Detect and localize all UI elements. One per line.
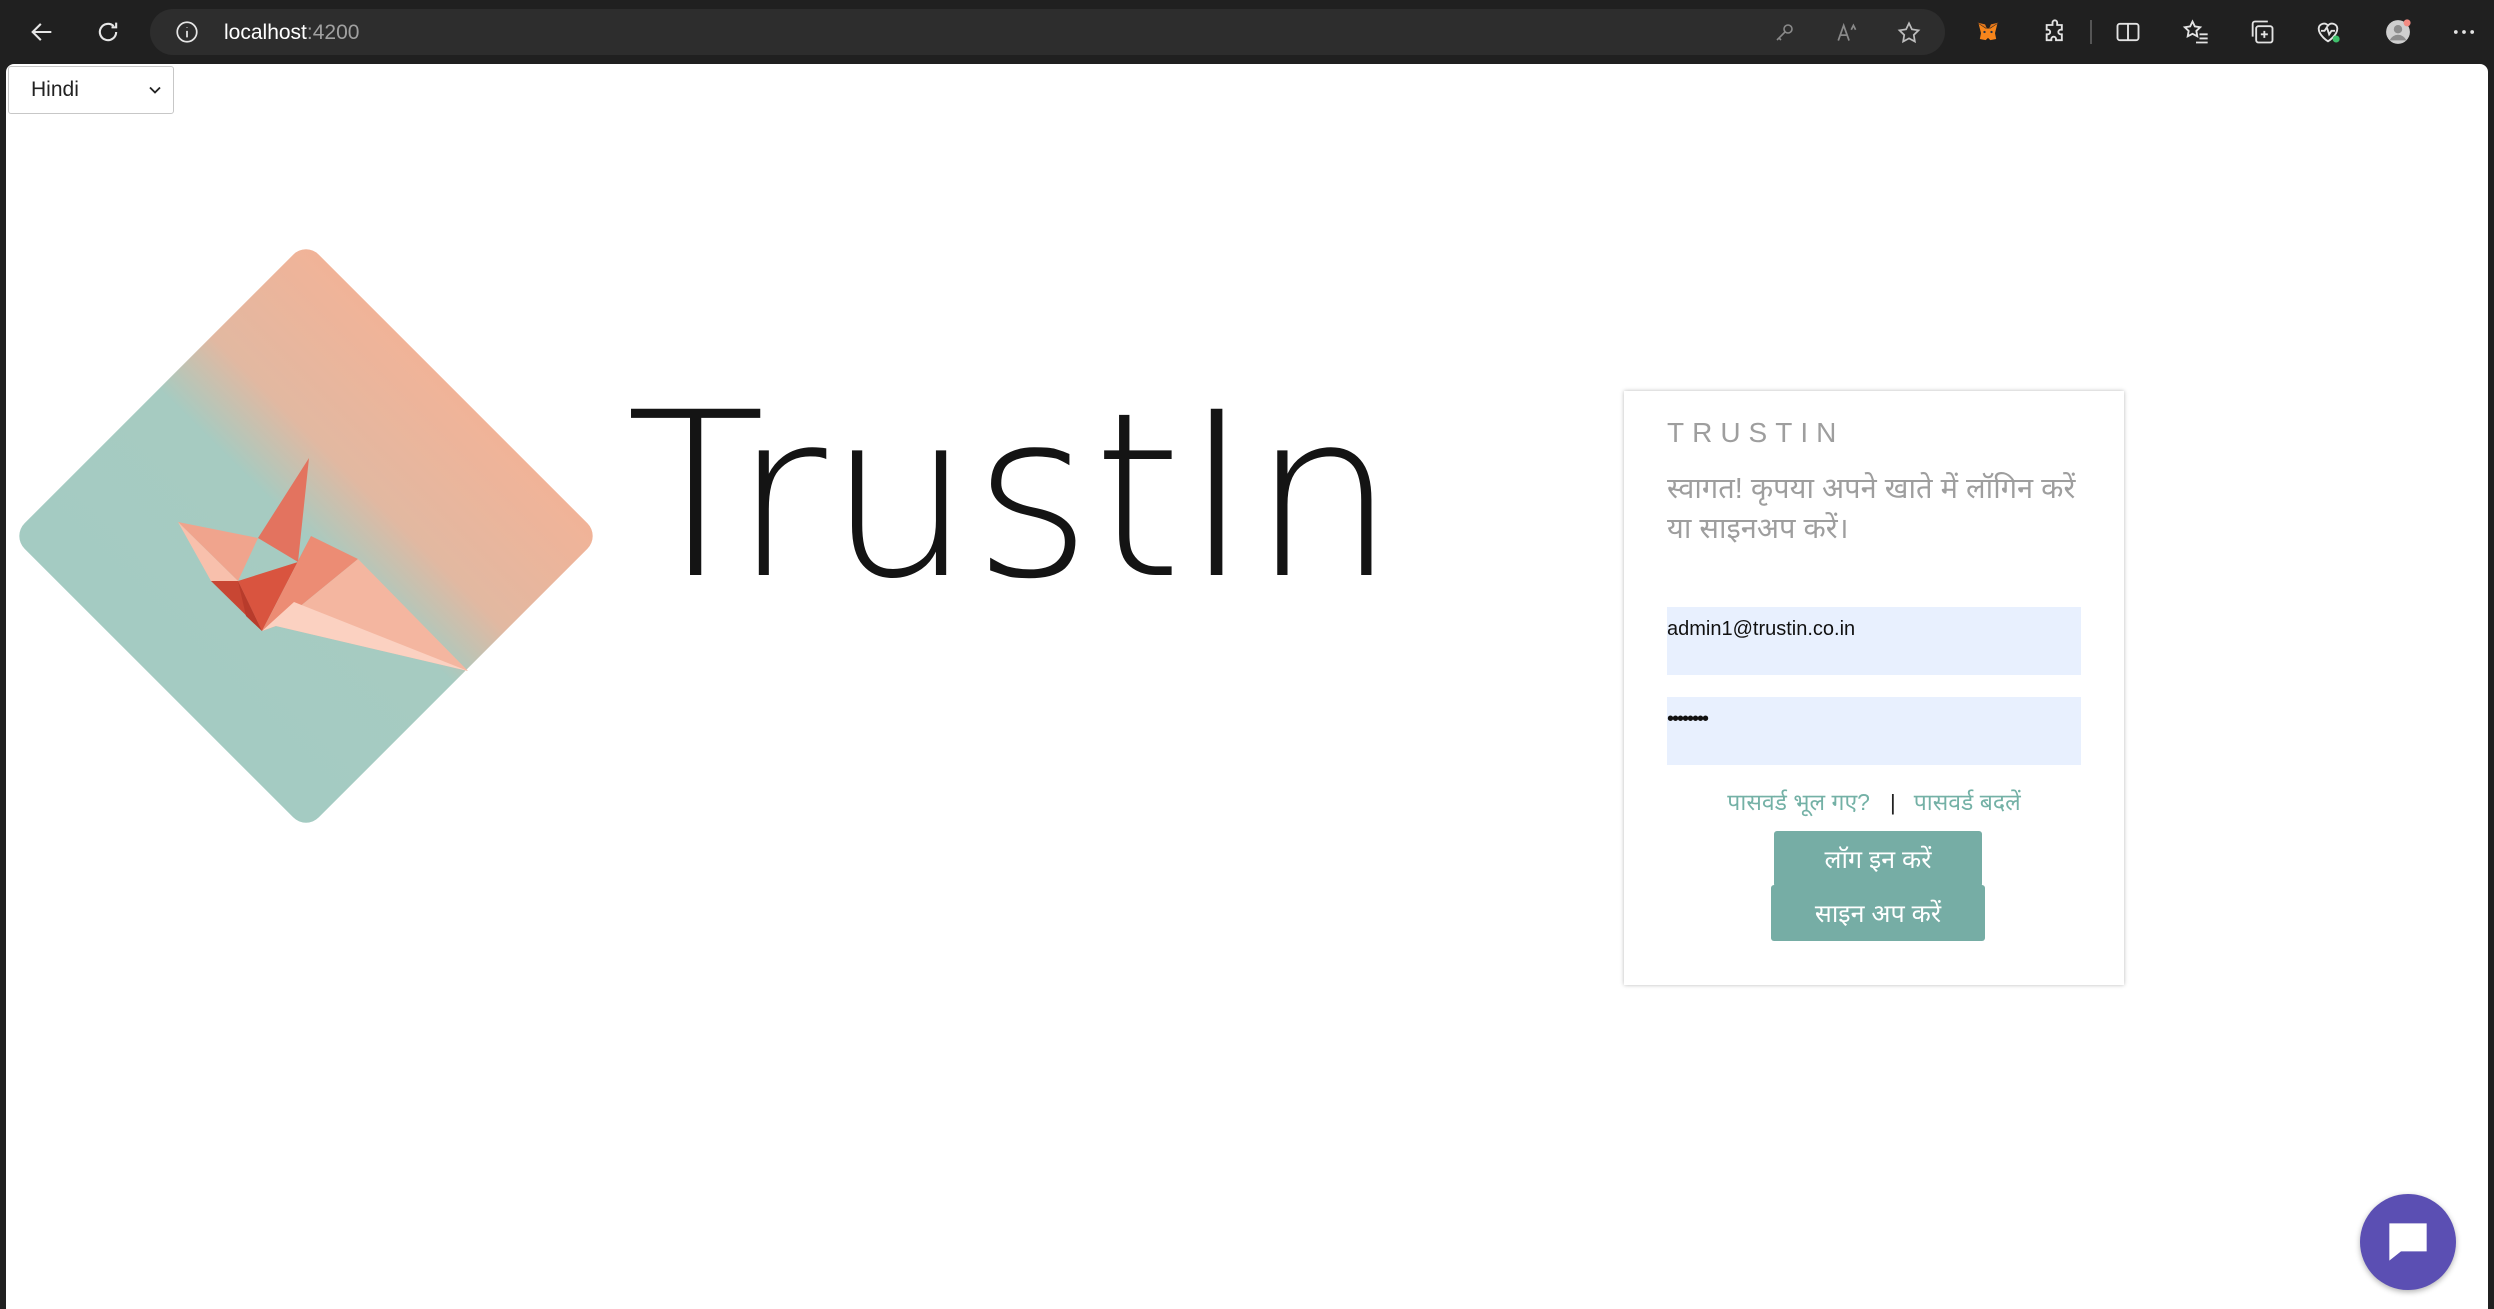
favorite-star-icon[interactable] (1895, 19, 1923, 47)
collections-icon[interactable] (2246, 16, 2278, 48)
split-screen-icon[interactable] (2112, 16, 2144, 48)
browser-toolbar: localhost:4200 (0, 0, 2494, 64)
page-viewport: Hindi TrustIn TRUSTIN स्वागत! कृपया अपने… (6, 64, 2488, 1309)
trustin-logo-crane (19, 249, 593, 823)
back-icon[interactable] (24, 14, 60, 50)
login-card: TRUSTIN स्वागत! कृपया अपने खाते में लॉगि… (1624, 391, 2124, 985)
url-text: localhost:4200 (224, 21, 360, 44)
favorites-icon[interactable] (2180, 16, 2212, 48)
browser-essentials-icon[interactable] (2312, 16, 2344, 48)
card-brand-title: TRUSTIN (1667, 417, 1845, 448)
toolbar-divider (2090, 20, 2092, 44)
signup-button[interactable]: साइन अप करें (1771, 885, 1985, 941)
profile-avatar[interactable] (2378, 12, 2418, 52)
forgot-password-link[interactable]: पासवर्ड भूल गए? (1727, 789, 1870, 815)
password-links: पासवर्ड भूल गए? | पासवर्ड बदलें (1624, 785, 2124, 817)
trustin-wordmark: TrustIn (626, 363, 1397, 629)
chat-widget-button[interactable] (2360, 1194, 2456, 1290)
language-select-value: Hindi (31, 78, 79, 101)
refresh-icon[interactable] (90, 14, 126, 50)
metamask-fox-icon[interactable] (1972, 16, 2004, 48)
chat-bubble-icon (2389, 1223, 2427, 1261)
link-separator: | (1889, 790, 1896, 815)
language-select[interactable]: Hindi (8, 66, 174, 114)
password-field[interactable] (1667, 697, 2081, 765)
chevron-down-icon (149, 86, 161, 94)
address-bar[interactable]: localhost:4200 (150, 9, 1945, 55)
login-button[interactable]: लॉग इन करें (1774, 831, 1982, 887)
extensions-puzzle-icon[interactable] (2040, 16, 2072, 48)
welcome-message: स्वागत! कृपया अपने खाते में लॉगिन करें य… (1667, 473, 2076, 545)
change-password-link[interactable]: पासवर्ड बदलें (1914, 789, 2021, 815)
key-icon[interactable] (1770, 19, 1798, 47)
more-options-icon[interactable] (2448, 16, 2480, 48)
read-aloud-icon[interactable] (1834, 19, 1862, 47)
site-info-icon[interactable] (174, 19, 200, 45)
email-field[interactable] (1667, 607, 2081, 675)
